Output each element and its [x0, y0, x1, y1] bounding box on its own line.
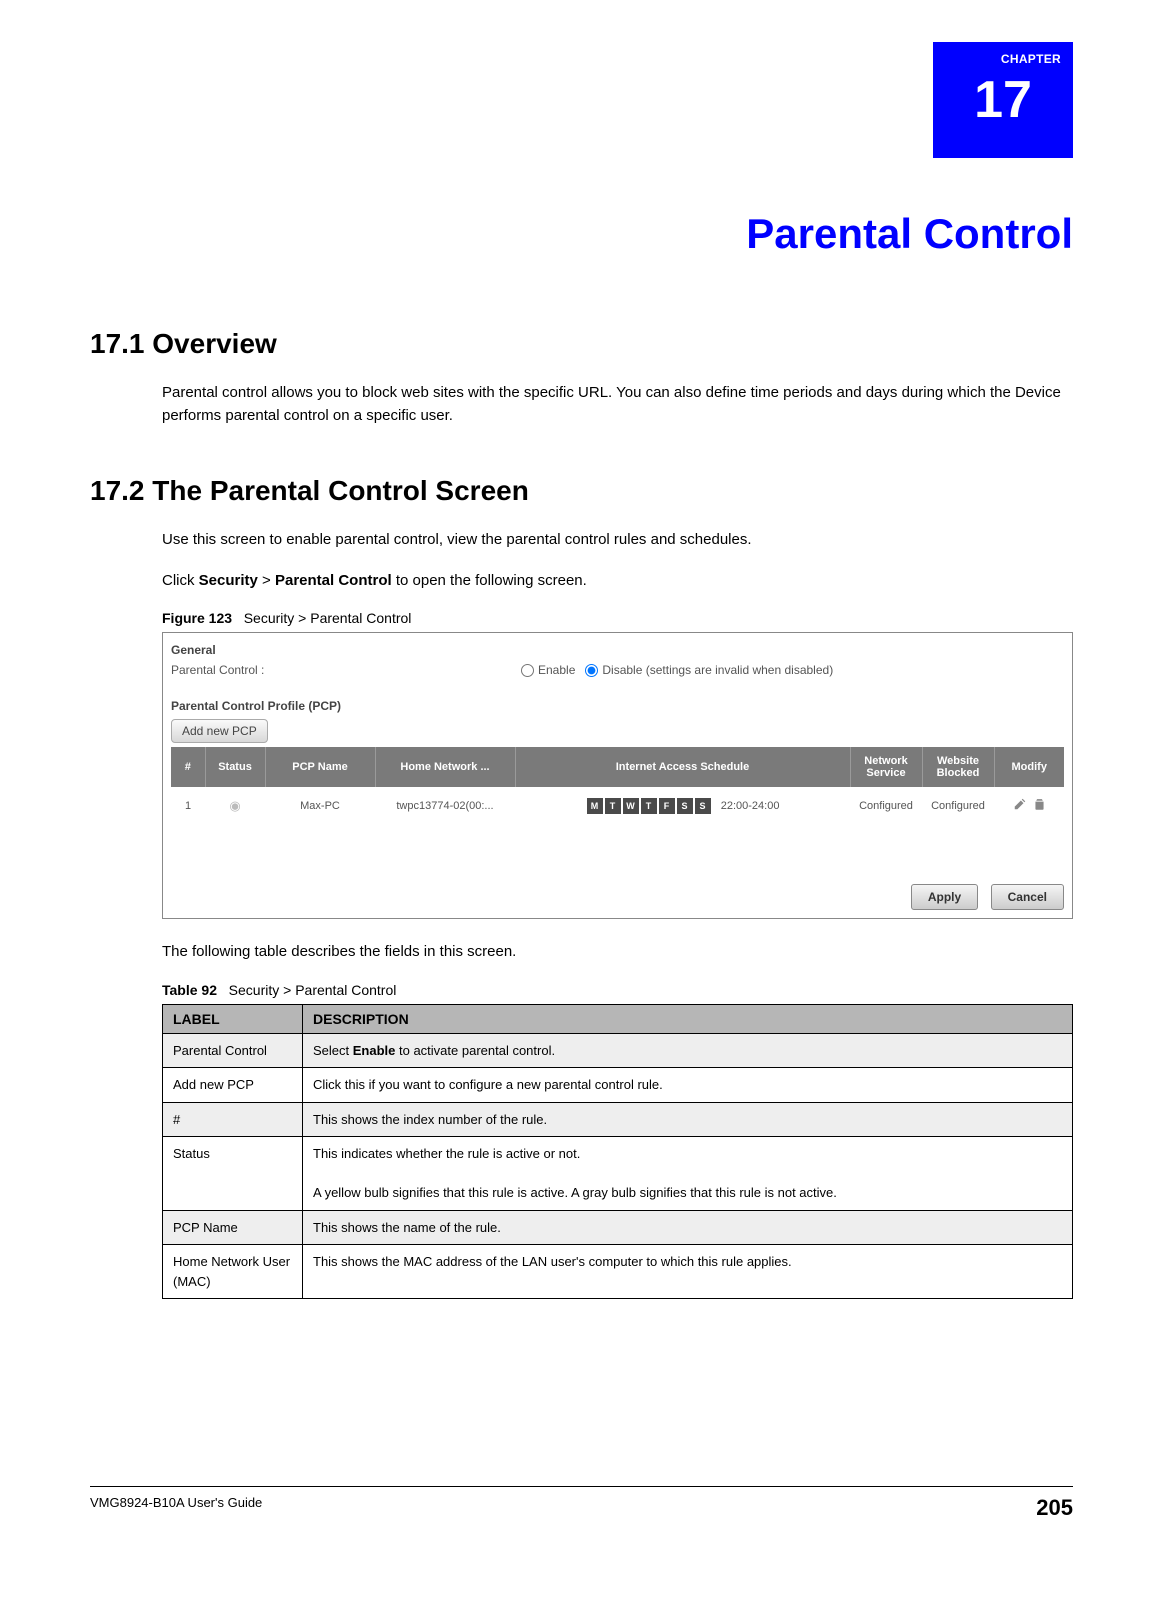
text-line: A yellow bulb signifies that this rule i…	[313, 1185, 837, 1200]
table-title: Security > Parental Control	[229, 982, 397, 998]
col-status: Status	[205, 747, 265, 787]
section-17-1-heading: 17.1 Overview	[90, 328, 1073, 360]
figure-caption: Figure 123 Security > Parental Control	[162, 610, 1073, 626]
after-figure-paragraph: The following table describes the fields…	[162, 941, 1073, 964]
table-label: Table 92	[162, 982, 217, 998]
header-label: LABEL	[163, 1004, 303, 1033]
bulb-icon: ◉	[229, 798, 240, 814]
parental-control-screenshot: General Parental Control : Enable Disabl…	[162, 632, 1073, 919]
day-chip-fri: F	[659, 798, 675, 814]
general-heading: General	[171, 643, 1064, 657]
day-chip-tue: T	[605, 798, 621, 814]
cell-description: Select Enable to activate parental contr…	[303, 1033, 1073, 1068]
cell-label: Home Network User (MAC)	[163, 1245, 303, 1299]
cell-home-network: twpc13774-02(00:...	[375, 787, 515, 824]
table-row: 1 ◉ Max-PC twpc13774-02(00:... MTWTFSS 2…	[171, 787, 1064, 824]
cell-index: 1	[171, 787, 205, 824]
chapter-tab: CHAPTER 17	[933, 42, 1073, 158]
figure-footer-buttons: Apply Cancel	[171, 884, 1064, 910]
parental-control-toggle-row: Parental Control : Enable Disable (setti…	[171, 663, 1064, 677]
breadcrumb-parental-control: Parental Control	[275, 572, 392, 589]
col-home-network: Home Network ...	[375, 747, 515, 787]
table-row: Home Network User (MAC) This shows the M…	[163, 1245, 1073, 1299]
day-chip-mon: M	[587, 798, 603, 814]
cell-modify	[994, 787, 1064, 824]
text-fragment: Select	[313, 1043, 353, 1058]
page-number: 205	[1036, 1495, 1073, 1521]
cell-label: PCP Name	[163, 1210, 303, 1245]
col-pcp-name: PCP Name	[265, 747, 375, 787]
col-internet-access-schedule: Internet Access Schedule	[515, 747, 850, 787]
chapter-number: 17	[974, 70, 1032, 130]
cell-status: ◉	[205, 787, 265, 824]
col-index: #	[171, 747, 205, 787]
table-row: Status This indicates whether the rule i…	[163, 1137, 1073, 1211]
cell-description: This indicates whether the rule is activ…	[303, 1137, 1073, 1211]
section-17-2-heading: 17.2 The Parental Control Screen	[90, 475, 1073, 507]
day-chip-wed: W	[623, 798, 639, 814]
apply-button[interactable]: Apply	[911, 884, 978, 910]
parental-control-label: Parental Control :	[171, 663, 511, 677]
schedule-time: 22:00-24:00	[721, 800, 780, 812]
day-chips: MTWTFSS	[586, 800, 715, 812]
section-17-1-paragraph: Parental control allows you to block web…	[162, 382, 1073, 427]
section-17-2-p1: Use this screen to enable parental contr…	[162, 529, 1073, 552]
cell-pcp-name: Max-PC	[265, 787, 375, 824]
col-website-blocked: Website Blocked	[922, 747, 994, 787]
table-row: Parental Control Select Enable to activa…	[163, 1033, 1073, 1068]
cell-label: Add new PCP	[163, 1068, 303, 1103]
disable-note: (settings are invalid when disabled)	[646, 663, 833, 677]
enable-radio[interactable]	[521, 664, 534, 677]
col-network-service: Network Service	[850, 747, 922, 787]
pcp-heading: Parental Control Profile (PCP)	[171, 699, 1064, 713]
cell-label: #	[163, 1102, 303, 1137]
text-line: This indicates whether the rule is activ…	[313, 1146, 580, 1161]
cell-description: This shows the index number of the rule.	[303, 1102, 1073, 1137]
page-footer: VMG8924-B10A User's Guide 205	[90, 1486, 1073, 1521]
day-chip-thu: T	[641, 798, 657, 814]
disable-radio[interactable]	[585, 664, 598, 677]
cell-description: This shows the name of the rule.	[303, 1210, 1073, 1245]
description-table: LABEL DESCRIPTION Parental Control Selec…	[162, 1004, 1073, 1300]
add-new-pcp-button[interactable]: Add new PCP	[171, 719, 268, 743]
pcp-table: # Status PCP Name Home Network ... Inter…	[171, 747, 1064, 824]
text-fragment: >	[258, 572, 275, 589]
cancel-button[interactable]: Cancel	[991, 884, 1064, 910]
figure-label: Figure 123	[162, 610, 232, 626]
text-fragment: to activate parental control.	[395, 1043, 555, 1058]
cell-label: Status	[163, 1137, 303, 1211]
chapter-word: CHAPTER	[1001, 52, 1061, 66]
section-17-2-p2: Click Security > Parental Control to ope…	[162, 570, 1073, 593]
figure-title: Security > Parental Control	[244, 610, 412, 626]
enable-label: Enable	[538, 663, 575, 677]
day-chip-sat: S	[677, 798, 693, 814]
text-fragment: Click	[162, 572, 199, 589]
trash-icon[interactable]	[1033, 797, 1046, 811]
breadcrumb-security: Security	[199, 572, 258, 589]
header-description: DESCRIPTION	[303, 1004, 1073, 1033]
chapter-title: Parental Control	[90, 210, 1073, 258]
cell-description: This shows the MAC address of the LAN us…	[303, 1245, 1073, 1299]
disable-label: Disable	[602, 663, 642, 677]
table-row: Add new PCP Click this if you want to co…	[163, 1068, 1073, 1103]
table-row: # This shows the index number of the rul…	[163, 1102, 1073, 1137]
edit-icon[interactable]	[1013, 797, 1027, 811]
cell-website-blocked: Configured	[922, 787, 994, 824]
cell-network-service: Configured	[850, 787, 922, 824]
text-bold: Enable	[353, 1043, 396, 1058]
text-fragment: to open the following screen.	[392, 572, 587, 589]
table-caption: Table 92 Security > Parental Control	[162, 982, 1073, 998]
day-chip-sun: S	[695, 798, 711, 814]
cell-label: Parental Control	[163, 1033, 303, 1068]
col-modify: Modify	[994, 747, 1064, 787]
table-row: PCP Name This shows the name of the rule…	[163, 1210, 1073, 1245]
footer-guide-name: VMG8924-B10A User's Guide	[90, 1495, 262, 1510]
cell-schedule: MTWTFSS 22:00-24:00	[515, 787, 850, 824]
cell-description: Click this if you want to configure a ne…	[303, 1068, 1073, 1103]
